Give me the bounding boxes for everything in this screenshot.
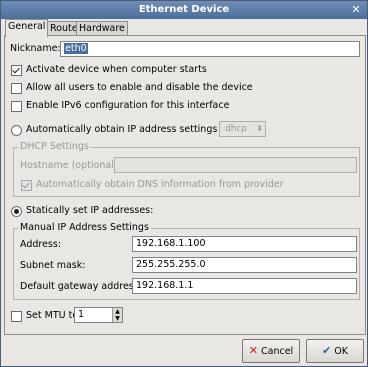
ok-button[interactable]: ✔ OK [306,339,364,363]
static-ip-radio[interactable] [11,206,22,217]
cancel-icon: ✕ [248,344,259,357]
gateway-value: 192.168.1.1 [136,280,194,291]
ipv6-label[interactable]: Enable IPv6 configuration for this inter… [26,100,229,112]
ok-icon: ✔ [322,344,332,357]
auto-ip-method-value: dhcp [225,124,248,134]
mtu-spinbutton[interactable]: 1 ▲ ▼ [74,307,123,323]
gateway-label: Default gateway address: [20,281,142,292]
tab-hardware-device[interactable]: Hardware Device [76,21,128,48]
tab-general[interactable]: General [5,19,49,37]
dhcp-settings-title: DHCP Settings [18,141,91,153]
cancel-label: Cancel [261,346,294,357]
address-input[interactable]: 192.168.1.100 [132,236,357,252]
address-value: 192.168.1.100 [136,238,206,249]
mtu-checkbox[interactable] [11,311,22,322]
mtu-value: 1 [78,309,85,320]
allow-users-checkbox[interactable] [11,83,22,94]
static-ip-label[interactable]: Statically set IP addresses: [26,205,153,217]
cancel-button[interactable]: ✕ Cancel [242,339,300,363]
subnet-value: 255.255.255.0 [136,259,206,270]
subnet-label: Subnet mask: [20,260,86,271]
gateway-input[interactable]: 192.168.1.1 [132,278,357,294]
manual-ip-title: Manual IP Address Settings [18,222,151,234]
ethernet-device-dialog: Ethernet Device ✕ General Route Hardware… [0,0,368,367]
ok-label: OK [334,346,348,357]
auto-ip-label[interactable]: Automatically obtain IP address settings… [26,124,244,136]
address-label: Address: [20,239,62,250]
hostname-label: Hostname (optional): [20,160,121,171]
chevron-updown-icon: ⬍ [256,124,263,133]
subnet-input[interactable]: 255.255.255.0 [132,257,357,273]
hostname-input[interactable] [114,157,357,173]
auto-ip-radio[interactable] [11,125,22,136]
general-panel: Nickname: eth0 Activate device when comp… [4,35,366,335]
nickname-label: Nickname: [10,43,61,54]
title-bar: Ethernet Device ✕ [1,1,367,19]
auto-ip-method-select[interactable]: dhcp ⬍ [219,121,266,137]
close-icon[interactable]: ✕ [349,3,363,17]
allow-users-label[interactable]: Allow all users to enable and disable th… [26,82,253,94]
nickname-input[interactable]: eth0 [60,41,360,57]
auto-dns-checkbox[interactable] [21,180,32,191]
activate-label[interactable]: Activate device when computer starts [26,64,207,76]
window-title: Ethernet Device [138,4,230,15]
nickname-value: eth0 [64,43,88,54]
auto-dns-label: Automatically obtain DNS information fro… [36,179,284,190]
ipv6-checkbox[interactable] [11,101,22,112]
spin-arrows-icon[interactable]: ▲ ▼ [112,308,122,322]
activate-checkbox[interactable] [11,65,22,76]
